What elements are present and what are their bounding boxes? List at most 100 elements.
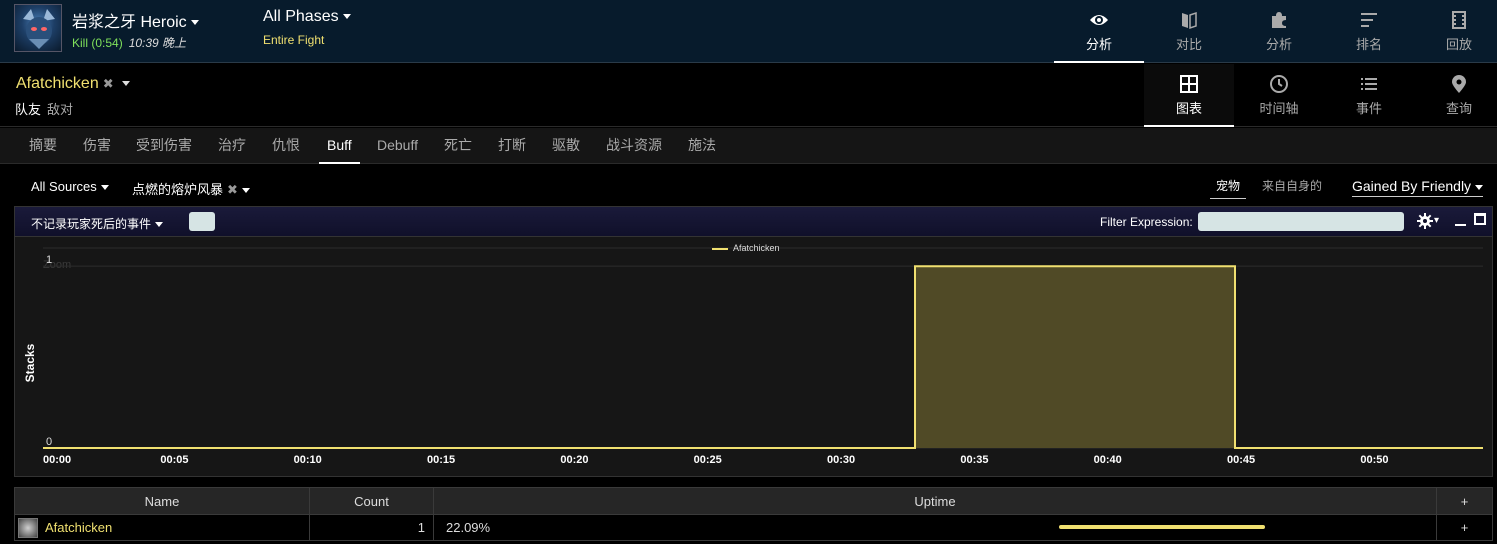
view-label: 时间轴 xyxy=(1259,101,1299,116)
gear-icon[interactable] xyxy=(1417,213,1433,229)
ability-dropdown[interactable]: 点燃的熔炉风暴 ✖ xyxy=(132,179,250,198)
player-side-tabs: 队友 敌对 xyxy=(15,99,73,118)
header-name[interactable]: Name xyxy=(14,487,310,515)
chevron-down-icon xyxy=(100,185,109,191)
self-toggle[interactable]: 来自自身的 xyxy=(1262,177,1322,194)
x-tick-label: 00:50 xyxy=(1360,454,1388,466)
list-icon xyxy=(1361,78,1377,90)
chart-panel: 不记录玩家死后的事件 Filter Expression: ▾ Zoom 01 … xyxy=(14,206,1493,477)
filter-expression-label: Filter Expression: xyxy=(1100,215,1193,229)
view-label: 查询 xyxy=(1445,101,1472,116)
y-axis-label: Stacks xyxy=(23,343,37,382)
uptime-bar-track xyxy=(1059,525,1265,529)
player-selector[interactable]: Afatchicken ✖ xyxy=(16,75,130,93)
chevron-down-icon xyxy=(190,20,199,26)
puzzle-icon xyxy=(1272,12,1286,28)
player-class-icon xyxy=(18,518,38,538)
nav-rankings[interactable]: 排名 xyxy=(1324,0,1414,63)
legend-label: Afatchicken xyxy=(733,243,780,253)
tab-dispels[interactable]: 驱散 xyxy=(552,128,580,164)
gained-by-dropdown[interactable]: Gained By Friendly xyxy=(1352,178,1484,197)
header-uptime[interactable]: Uptime xyxy=(433,487,1437,515)
boss-avatar[interactable] xyxy=(14,4,62,52)
maximize-icon[interactable] xyxy=(1474,213,1486,225)
chart-legend[interactable]: Afatchicken xyxy=(712,243,780,253)
nav-compare[interactable]: 对比 xyxy=(1144,0,1234,63)
pets-toggle[interactable]: 宠物 xyxy=(1210,177,1247,199)
kill-status: Kill (0:54) xyxy=(72,36,123,50)
chevron-down-icon xyxy=(342,14,351,20)
eye-icon xyxy=(1090,15,1108,25)
row-uptime-cell: 22.09% xyxy=(433,514,1437,541)
x-tick-label: 00:20 xyxy=(560,454,588,466)
tab-deaths[interactable]: 死亡 xyxy=(444,128,472,164)
fight-info: Kill (0:54) 10:39 晚上 xyxy=(72,34,186,51)
view-label: 图表 xyxy=(1175,101,1202,116)
row-count: 1 xyxy=(309,514,434,541)
x-tick-label: 00:35 xyxy=(960,454,988,466)
x-tick-label: 00:10 xyxy=(294,454,322,466)
tab-resources[interactable]: 战斗资源 xyxy=(606,128,662,164)
tab-debuffs[interactable]: Debuff xyxy=(377,128,418,164)
tab-interrupts[interactable]: 打断 xyxy=(498,128,526,164)
nav-analyze[interactable]: 分析 xyxy=(1054,0,1144,63)
x-tick-label: 00:25 xyxy=(694,454,722,466)
phase-selector[interactable]: All Phases xyxy=(263,8,351,26)
header-expand-button[interactable]: + xyxy=(1436,487,1493,515)
nav-label: 分析 xyxy=(1265,37,1292,52)
tab-buffs[interactable]: Buff xyxy=(319,128,360,164)
tab-threat[interactable]: 仇恨 xyxy=(272,128,300,164)
source-dropdown[interactable]: All Sources xyxy=(31,179,109,194)
table-row[interactable]: Afatchicken 1 22.09% + xyxy=(14,514,1493,541)
x-tick-label: 00:40 xyxy=(1094,454,1122,466)
chevron-down-icon xyxy=(1475,184,1484,190)
y-axis-ticks: 01 xyxy=(46,254,52,448)
chart-series-area xyxy=(43,265,1483,449)
row-name: Afatchicken xyxy=(45,520,113,535)
source-label: All Sources xyxy=(31,179,97,194)
boss-selector[interactable]: 岩浆之牙 Heroic xyxy=(72,8,199,32)
chevron-down-icon xyxy=(241,188,250,194)
row-uptime-percent: 22.09% xyxy=(446,520,491,535)
row-expand-button[interactable]: + xyxy=(1436,514,1493,541)
view-timeline[interactable]: 时间轴 xyxy=(1234,64,1324,127)
x-tick-label: 00:45 xyxy=(1227,454,1255,466)
phase-title: All Phases xyxy=(263,8,339,25)
boss-title: 岩浆之牙 Heroic xyxy=(72,14,187,31)
series-line xyxy=(43,265,1483,449)
nav-analyze-2[interactable]: 分析 xyxy=(1234,0,1324,63)
filter-expression-input[interactable] xyxy=(1198,212,1404,231)
chart-gridlines xyxy=(43,247,1483,449)
view-charts[interactable]: 图表 xyxy=(1144,64,1234,127)
buff-stacks-chart[interactable]: Zoom 01 00:00 00:05 00:10 00:15 00:20 00:25 00… xyxy=(15,238,1492,476)
section-tabs: 摘要 伤害 受到伤害 治疗 仇恨 Buff Debuff 死亡 打断 驱散 战斗… xyxy=(0,128,1497,164)
buff-uptime-table: Name Count Uptime + Afatchicken 1 22.09%… xyxy=(14,487,1493,541)
close-icon[interactable]: ✖ xyxy=(103,76,114,91)
x-tick-label: 00:05 xyxy=(160,454,188,466)
view-query[interactable]: 查询 xyxy=(1414,64,1497,127)
tab-summary[interactable]: 摘要 xyxy=(29,128,57,164)
minimize-icon[interactable] xyxy=(1455,224,1466,226)
tab-damage-taken[interactable]: 受到伤害 xyxy=(136,128,192,164)
header-count[interactable]: Count xyxy=(309,487,434,515)
nav-label: 排名 xyxy=(1355,37,1382,52)
tab-friendly[interactable]: 队友 xyxy=(15,102,41,117)
view-events[interactable]: 事件 xyxy=(1324,64,1414,127)
death-filter-dropdown[interactable]: 不记录玩家死后的事件 xyxy=(31,215,164,232)
close-icon[interactable]: ✖ xyxy=(227,182,238,197)
top-bar: 岩浆之牙 Heroic Kill (0:54) 10:39 晚上 All Phas… xyxy=(0,0,1497,63)
tab-enemy[interactable]: 敌对 xyxy=(47,102,73,117)
rankings-icon xyxy=(1361,13,1377,27)
gear-menu-caret[interactable]: ▾ xyxy=(1434,215,1439,226)
y-tick-label: 1 xyxy=(46,254,52,266)
filter-row: All Sources 点燃的熔炉风暴 ✖ 宠物 来自自身的 Gained By … xyxy=(0,165,1497,205)
row-name-cell[interactable]: Afatchicken xyxy=(14,514,310,541)
nav-label: 分析 xyxy=(1085,37,1112,52)
tab-damage-done[interactable]: 伤害 xyxy=(83,128,111,164)
compare-icon xyxy=(1182,11,1197,30)
uptime-bar-fill xyxy=(1059,525,1265,529)
nav-replay[interactable]: 回放 xyxy=(1414,0,1497,63)
death-filter-toggle[interactable] xyxy=(189,212,215,231)
tab-healing[interactable]: 治疗 xyxy=(218,128,246,164)
tab-casts[interactable]: 施法 xyxy=(688,128,716,164)
